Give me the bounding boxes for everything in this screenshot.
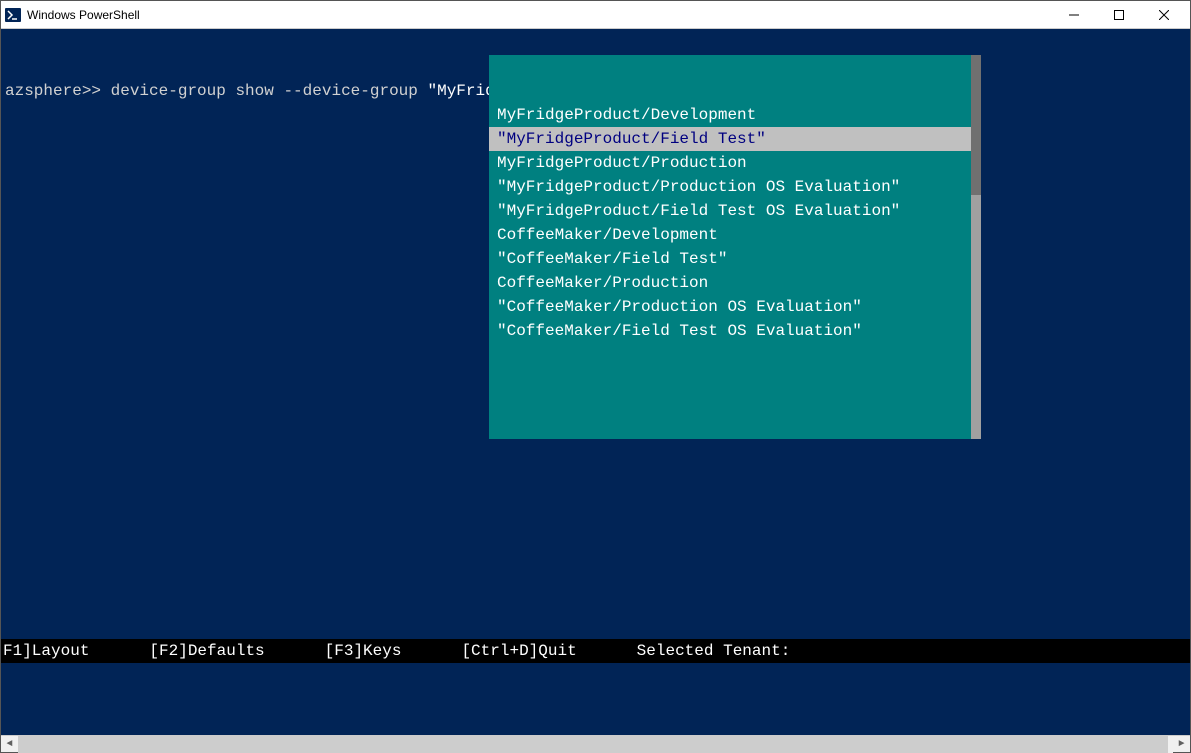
autocomplete-item[interactable]: CoffeeMaker/Production xyxy=(489,271,981,295)
horizontal-scrollbar[interactable]: ◄ ► xyxy=(1,735,1190,752)
autocomplete-item[interactable]: "CoffeeMaker/Field Test" xyxy=(489,247,981,271)
autocomplete-dropdown[interactable]: MyFridgeProduct/Development"MyFridgeProd… xyxy=(489,55,981,439)
autocomplete-item[interactable]: "CoffeeMaker/Field Test OS Evaluation" xyxy=(489,319,981,343)
close-button[interactable] xyxy=(1141,1,1186,29)
status-tenant: Selected Tenant: xyxy=(637,639,791,663)
autocomplete-item[interactable]: "MyFridgeProduct/Production OS Evaluatio… xyxy=(489,175,981,199)
scroll-thumb[interactable] xyxy=(18,736,1168,753)
terminal-area[interactable]: azsphere>> device-group show --device-gr… xyxy=(1,29,1190,735)
powershell-icon xyxy=(5,7,21,23)
scroll-left-arrow[interactable]: ◄ xyxy=(1,736,18,753)
prompt-command: device-group show --device-group xyxy=(111,82,418,100)
scroll-right-arrow[interactable]: ► xyxy=(1173,736,1190,753)
autocomplete-item[interactable]: "CoffeeMaker/Production OS Evaluation" xyxy=(489,295,981,319)
status-f2-defaults[interactable]: [F2]Defaults xyxy=(149,639,264,663)
autocomplete-item[interactable]: "MyFridgeProduct/Field Test OS Evaluatio… xyxy=(489,199,981,223)
prompt-prefix: azsphere>> xyxy=(5,82,101,100)
autocomplete-item[interactable]: MyFridgeProduct/Development xyxy=(489,103,981,127)
maximize-button[interactable] xyxy=(1096,1,1141,29)
autocomplete-item[interactable]: CoffeeMaker/Development xyxy=(489,223,981,247)
powershell-window: Windows PowerShell azsphere>> device-gro… xyxy=(0,0,1191,753)
autocomplete-item[interactable]: "MyFridgeProduct/Field Test" xyxy=(489,127,981,151)
dropdown-scroll-thumb[interactable] xyxy=(971,55,981,195)
status-quit[interactable]: [Ctrl+D]Quit xyxy=(461,639,576,663)
autocomplete-item[interactable]: MyFridgeProduct/Production xyxy=(489,151,981,175)
titlebar[interactable]: Windows PowerShell xyxy=(1,1,1190,29)
scroll-track[interactable] xyxy=(18,736,1173,753)
window-title: Windows PowerShell xyxy=(27,8,140,22)
status-bar: F1]Layout [F2]Defaults [F3]Keys [Ctrl+D]… xyxy=(1,639,1190,663)
minimize-button[interactable] xyxy=(1051,1,1096,29)
status-f3-keys[interactable]: [F3]Keys xyxy=(325,639,402,663)
status-f1-layout[interactable]: F1]Layout xyxy=(3,639,89,663)
